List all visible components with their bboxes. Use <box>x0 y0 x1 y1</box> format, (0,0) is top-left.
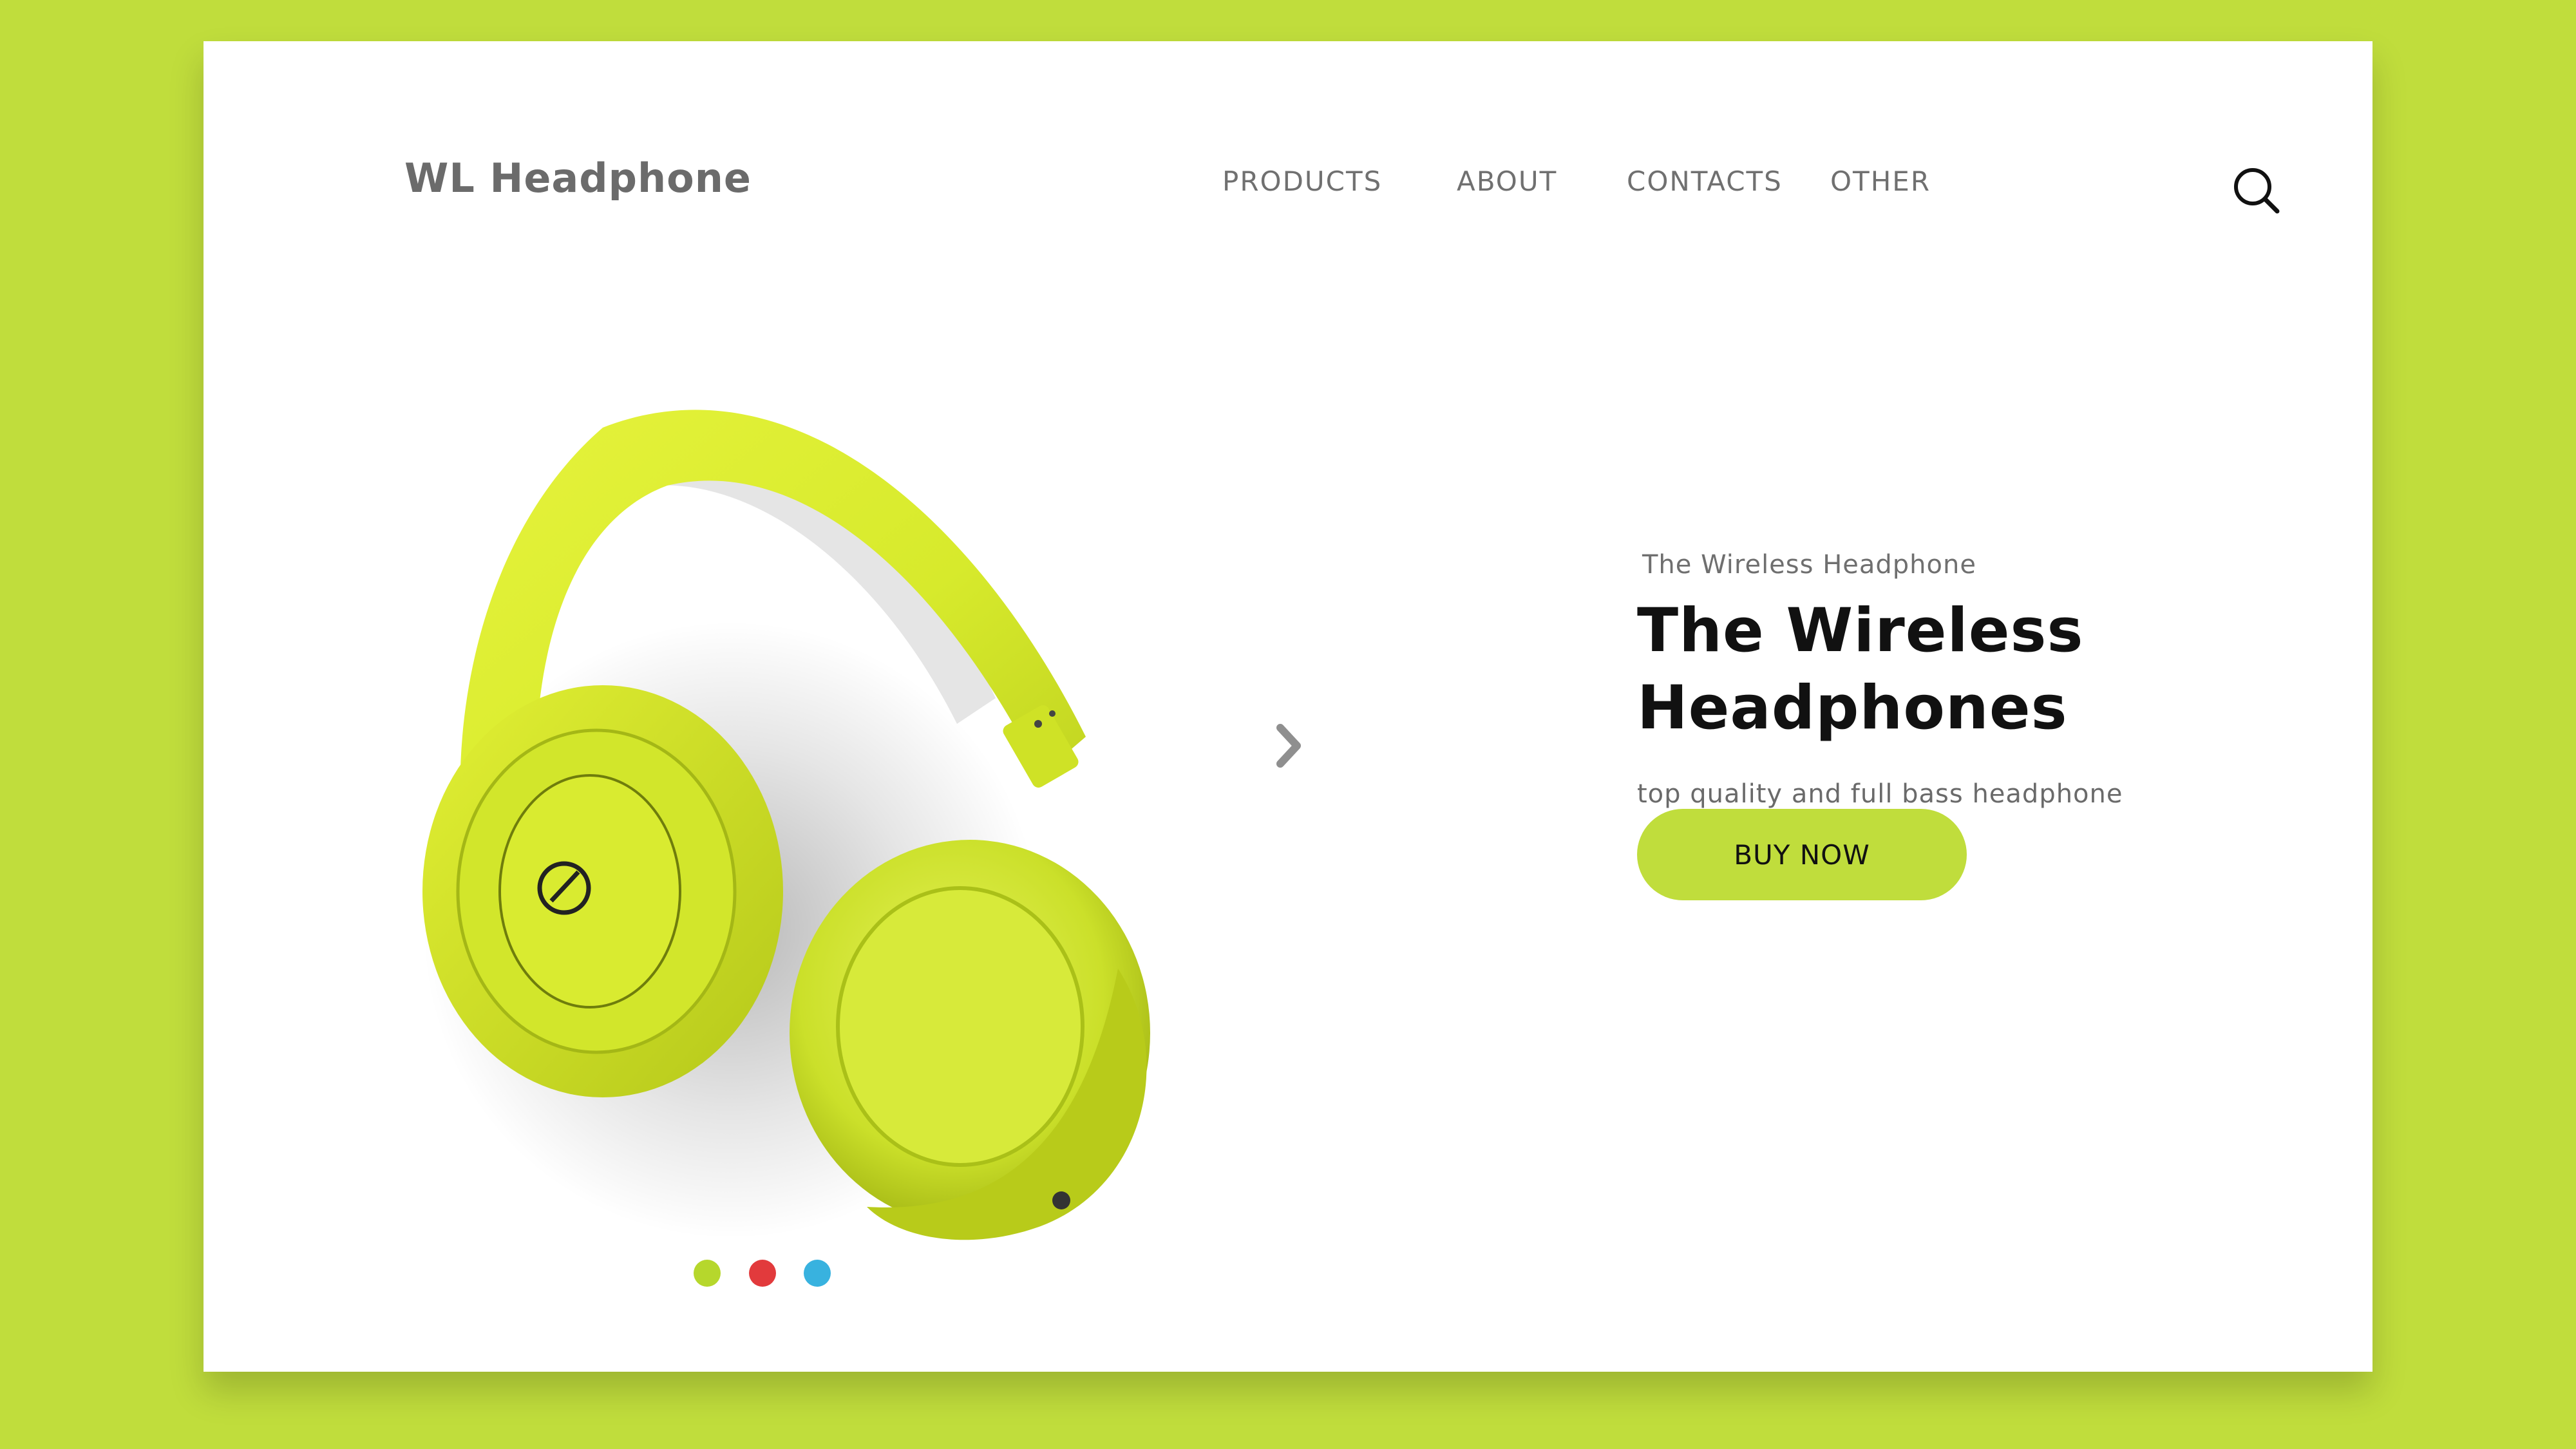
hero-subtitle: top quality and full bass headphone <box>1637 779 2123 809</box>
next-slide-button[interactable] <box>1266 705 1318 782</box>
search-icon <box>2234 168 2280 214</box>
nav-item-products[interactable]: PRODUCTS <box>1222 166 1382 197</box>
page-card: WL Headphone PRODUCTS ABOUT CONTACTS OTH… <box>204 41 2372 1372</box>
search-button[interactable] <box>2231 165 2282 216</box>
hero-title-line1: The Wireless <box>1637 596 2084 666</box>
hero-title: The Wireless Headphones <box>1637 592 2217 747</box>
nav-item-about[interactable]: ABOUT <box>1457 166 1557 197</box>
buy-now-button[interactable]: BUY NOW <box>1637 809 1967 900</box>
carousel-dot-red[interactable] <box>749 1260 776 1287</box>
carousel-dot-green[interactable] <box>694 1260 721 1287</box>
nav-item-other[interactable]: OTHER <box>1830 166 1931 197</box>
main-nav: PRODUCTS ABOUT CONTACTS OTHER <box>204 166 2372 204</box>
hero-title-line2: Headphones <box>1637 673 2068 743</box>
carousel-dot-blue[interactable] <box>804 1260 831 1287</box>
hero-eyebrow: The Wireless Headphone <box>1642 550 1976 580</box>
headphones-image <box>268 337 1427 1316</box>
chevron-right-icon <box>1276 724 1301 768</box>
nav-item-contacts[interactable]: CONTACTS <box>1627 166 1783 197</box>
